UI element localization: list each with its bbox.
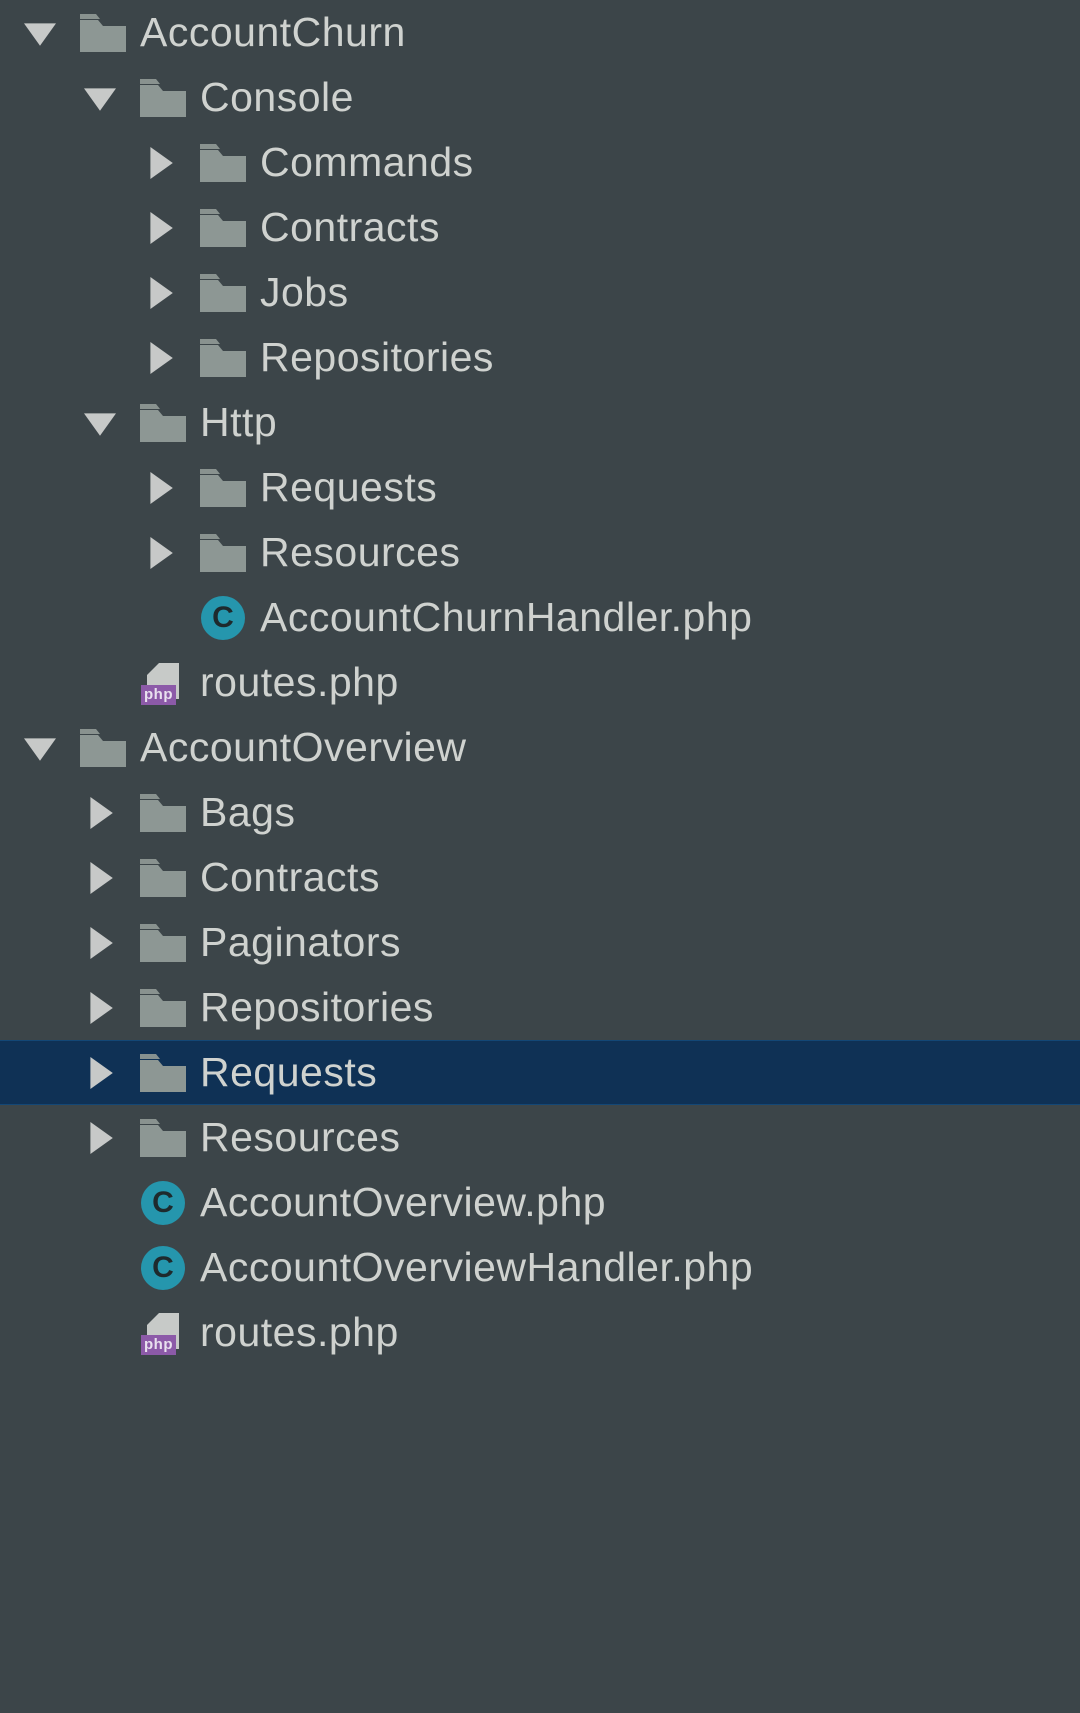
folder-paginators[interactable]: Paginators	[0, 910, 1080, 975]
folder-icon	[80, 725, 126, 771]
file-accountoverviewhandler[interactable]: C AccountOverviewHandler.php	[0, 1235, 1080, 1300]
chevron-down-icon[interactable]	[20, 13, 60, 53]
folder-icon	[140, 400, 186, 446]
folder-ao-resources[interactable]: Resources	[0, 1105, 1080, 1170]
file-routes-accountoverview[interactable]: php routes.php	[0, 1300, 1080, 1365]
file-accountchurnhandler[interactable]: C AccountChurnHandler.php	[0, 585, 1080, 650]
folder-label: Jobs	[260, 272, 349, 313]
folder-ao-repositories[interactable]: Repositories	[0, 975, 1080, 1040]
folder-label: Paginators	[200, 922, 401, 963]
folder-bags[interactable]: Bags	[0, 780, 1080, 845]
chevron-right-icon[interactable]	[80, 988, 120, 1028]
folder-icon	[80, 10, 126, 56]
folder-repositories[interactable]: Repositories	[0, 325, 1080, 390]
folder-contracts[interactable]: Contracts	[0, 195, 1080, 260]
folder-http-requests[interactable]: Requests	[0, 455, 1080, 520]
folder-icon	[200, 335, 246, 381]
folder-commands[interactable]: Commands	[0, 130, 1080, 195]
php-class-icon: C	[200, 595, 246, 641]
folder-label: AccountOverview	[140, 727, 467, 768]
chevron-right-icon[interactable]	[140, 273, 180, 313]
folder-icon	[200, 140, 246, 186]
folder-icon	[140, 790, 186, 836]
folder-icon	[140, 985, 186, 1031]
chevron-right-icon[interactable]	[80, 858, 120, 898]
file-label: routes.php	[200, 1312, 399, 1353]
file-label: AccountOverview.php	[200, 1182, 606, 1223]
folder-label: Requests	[200, 1052, 377, 1093]
file-label: AccountOverviewHandler.php	[200, 1247, 753, 1288]
chevron-right-icon[interactable]	[140, 468, 180, 508]
folder-icon	[200, 205, 246, 251]
folder-icon	[200, 270, 246, 316]
folder-http-resources[interactable]: Resources	[0, 520, 1080, 585]
folder-accountchurn[interactable]: AccountChurn	[0, 0, 1080, 65]
folder-jobs[interactable]: Jobs	[0, 260, 1080, 325]
file-label: AccountChurnHandler.php	[260, 597, 752, 638]
chevron-down-icon[interactable]	[20, 728, 60, 768]
folder-label: AccountChurn	[140, 12, 406, 53]
folder-icon	[200, 465, 246, 511]
folder-label: Commands	[260, 142, 474, 183]
folder-ao-requests[interactable]: Requests	[0, 1040, 1080, 1105]
folder-icon	[200, 530, 246, 576]
folder-label: Repositories	[260, 337, 494, 378]
php-class-icon: C	[140, 1245, 186, 1291]
folder-console[interactable]: Console	[0, 65, 1080, 130]
chevron-right-icon[interactable]	[80, 1053, 120, 1093]
folder-icon	[140, 1050, 186, 1096]
chevron-right-icon[interactable]	[140, 208, 180, 248]
php-class-icon: C	[140, 1180, 186, 1226]
chevron-right-icon[interactable]	[140, 338, 180, 378]
php-file-icon: php	[140, 1310, 186, 1356]
folder-label: Contracts	[260, 207, 440, 248]
chevron-down-icon[interactable]	[80, 78, 120, 118]
folder-icon	[140, 75, 186, 121]
chevron-right-icon[interactable]	[80, 793, 120, 833]
project-tree: AccountChurn Console Commands Contracts	[0, 0, 1080, 1365]
folder-label: Repositories	[200, 987, 434, 1028]
file-accountoverview[interactable]: C AccountOverview.php	[0, 1170, 1080, 1235]
chevron-right-icon[interactable]	[140, 533, 180, 573]
folder-icon	[140, 855, 186, 901]
folder-label: Http	[200, 402, 277, 443]
chevron-right-icon[interactable]	[140, 143, 180, 183]
chevron-right-icon[interactable]	[80, 923, 120, 963]
folder-icon	[140, 920, 186, 966]
folder-icon	[140, 1115, 186, 1161]
chevron-right-icon[interactable]	[80, 1118, 120, 1158]
folder-label: Requests	[260, 467, 437, 508]
folder-ao-contracts[interactable]: Contracts	[0, 845, 1080, 910]
folder-label: Console	[200, 77, 354, 118]
folder-accountoverview[interactable]: AccountOverview	[0, 715, 1080, 780]
folder-label: Contracts	[200, 857, 380, 898]
file-routes-accountchurn[interactable]: php routes.php	[0, 650, 1080, 715]
file-label: routes.php	[200, 662, 399, 703]
folder-label: Resources	[200, 1117, 400, 1158]
php-file-icon: php	[140, 660, 186, 706]
folder-label: Bags	[200, 792, 295, 833]
chevron-down-icon[interactable]	[80, 403, 120, 443]
folder-label: Resources	[260, 532, 460, 573]
folder-http[interactable]: Http	[0, 390, 1080, 455]
